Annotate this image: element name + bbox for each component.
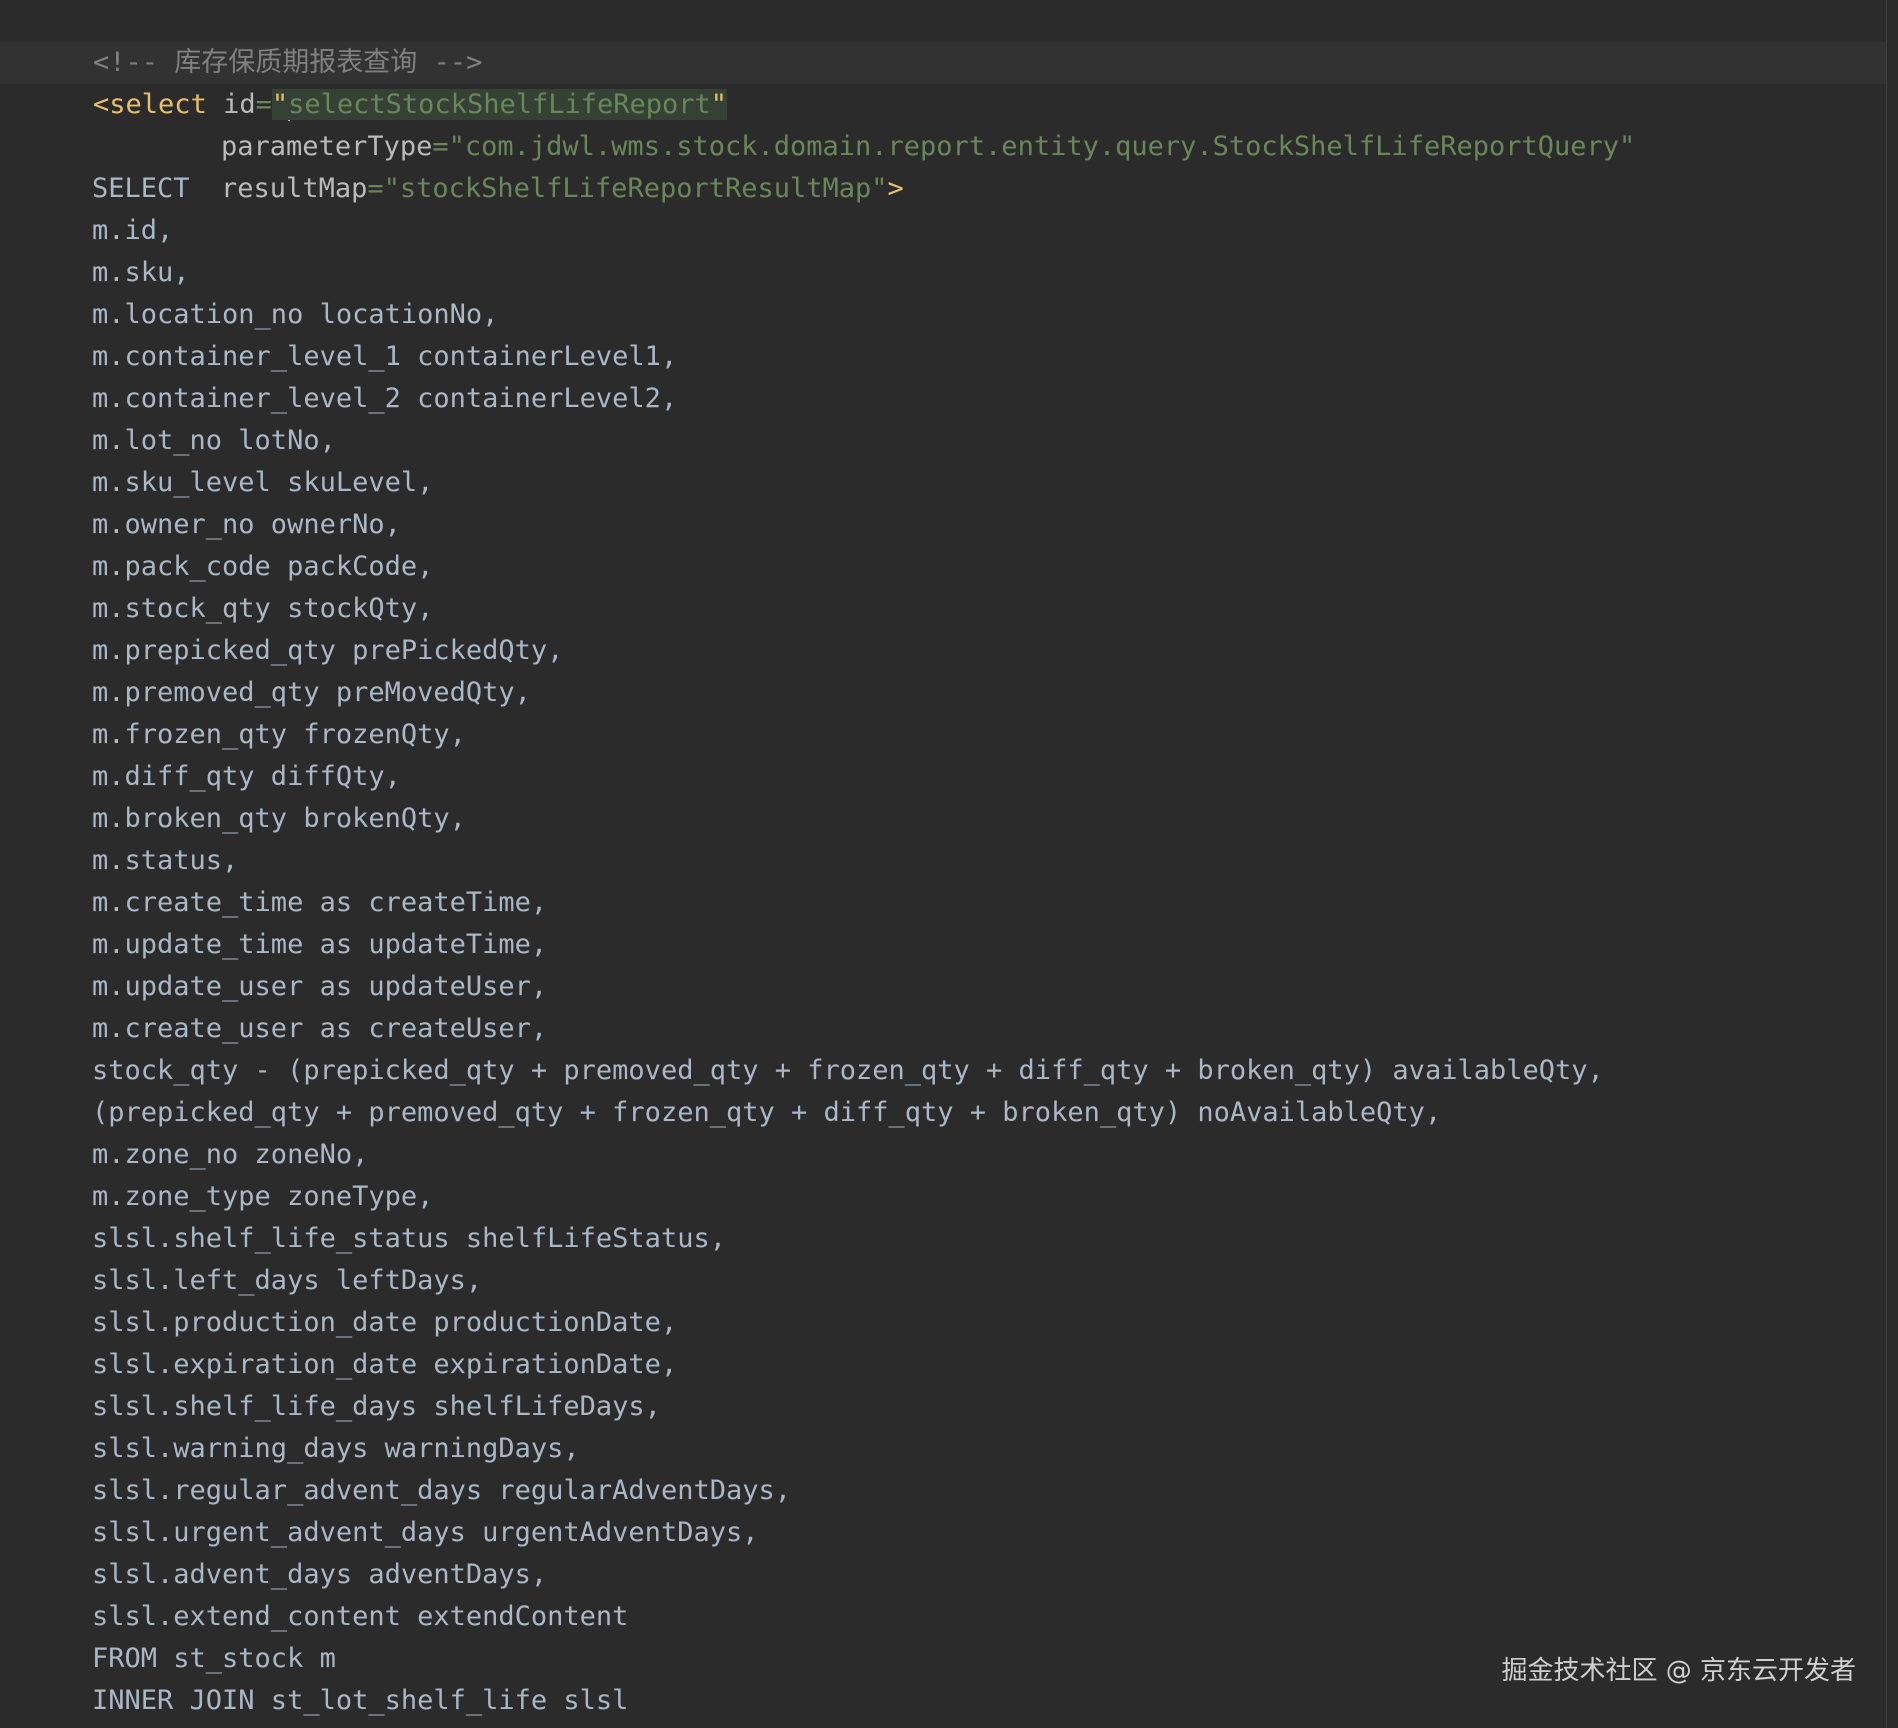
sql-line[interactable]: m.pack_code packCode, [92, 546, 433, 588]
sql-line[interactable]: m.prepicked_qty prePickedQty, [92, 630, 563, 672]
sql-line[interactable]: m.container_level_2 containerLevel2, [92, 378, 677, 420]
sql-line[interactable]: m.update_time as updateTime, [92, 924, 547, 966]
sql-line[interactable]: m.update_user as updateUser, [92, 966, 547, 1008]
sql-line[interactable]: m.diff_qty diffQty, [92, 756, 401, 798]
sql-line[interactable]: slsl.shelf_life_days shelfLifeDays, [92, 1386, 661, 1428]
code-line-comment[interactable]: <!-- 库存保质期报表查询 --> [28, 0, 482, 78]
sql-line[interactable]: slsl.advent_days adventDays, [92, 1554, 547, 1596]
sql-line[interactable]: slsl.left_days leftDays, [92, 1260, 482, 1302]
sql-line[interactable]: m.id, [92, 210, 173, 252]
sql-line[interactable]: slsl.shelf_life_status shelfLifeStatus, [92, 1218, 726, 1260]
sql-line[interactable]: slsl.extend_content extendContent [92, 1596, 628, 1638]
sql-line[interactable]: m.create_user as createUser, [92, 1008, 547, 1050]
result-map-equals: = [367, 173, 384, 204]
sql-line[interactable]: m.stock_qty stockQty, [92, 588, 433, 630]
watermark: 掘金技术社区 @ 京东云开发者 [1501, 1656, 1856, 1686]
sql-line[interactable]: m.premoved_qty preMovedQty, [92, 672, 531, 714]
sql-line[interactable]: m.lot_no lotNo, [92, 420, 336, 462]
sql-line[interactable]: slsl.production_date productionDate, [92, 1302, 677, 1344]
select-tag-close: > [887, 173, 904, 204]
sql-line[interactable]: m.create_time as createTime, [92, 882, 547, 924]
sql-line[interactable]: m.broken_qty brokenQty, [92, 798, 466, 840]
sql-line[interactable]: slsl.expiration_date expirationDate, [92, 1344, 677, 1386]
sql-line[interactable]: SELECT [92, 168, 190, 210]
sql-line[interactable]: FROM st_stock m [92, 1638, 336, 1680]
sql-line[interactable]: slsl.warning_days warningDays, [92, 1428, 580, 1470]
sql-line[interactable]: slsl.regular_advent_days regularAdventDa… [92, 1470, 791, 1512]
sql-line[interactable]: m.sku_level skuLevel, [92, 462, 433, 504]
sql-line[interactable]: m.sku, [92, 252, 190, 294]
code-line-select-id[interactable]: <select id="selectStockShelfLifeReport" [28, 42, 728, 121]
code-line-parameter-type[interactable]: parameterType="com.jdwl.wms.stock.domain… [156, 84, 1635, 162]
result-map-value: "stockShelfLifeReportResultMap" [383, 173, 888, 204]
sql-line[interactable]: m.status, [92, 840, 238, 882]
sql-line[interactable]: (prepicked_qty + premoved_qty + frozen_q… [92, 1092, 1441, 1134]
sql-line[interactable]: m.location_no locationNo, [92, 294, 498, 336]
code-line-result-map[interactable]: resultMap="stockShelfLifeReportResultMap… [156, 126, 904, 204]
sql-line[interactable]: m.container_level_1 containerLevel1, [92, 336, 677, 378]
sql-line[interactable]: m.zone_type zoneType, [92, 1176, 433, 1218]
sql-line[interactable]: m.frozen_qty frozenQty, [92, 714, 466, 756]
code-editor[interactable]: <!-- 库存保质期报表查询 --> <select id="selectSto… [0, 0, 1898, 1728]
sql-line[interactable]: stock_qty - (prepicked_qty + premoved_qt… [92, 1050, 1604, 1092]
sql-line[interactable]: m.owner_no ownerNo, [92, 504, 401, 546]
sql-line[interactable]: m.zone_no zoneNo, [92, 1134, 368, 1176]
result-map-attribute: resultMap [221, 173, 368, 204]
sql-line[interactable]: slsl.urgent_advent_days urgentAdventDays… [92, 1512, 758, 1554]
editor-right-border [1886, 0, 1887, 1728]
sql-line[interactable]: INNER JOIN st_lot_shelf_life slsl [92, 1680, 628, 1722]
